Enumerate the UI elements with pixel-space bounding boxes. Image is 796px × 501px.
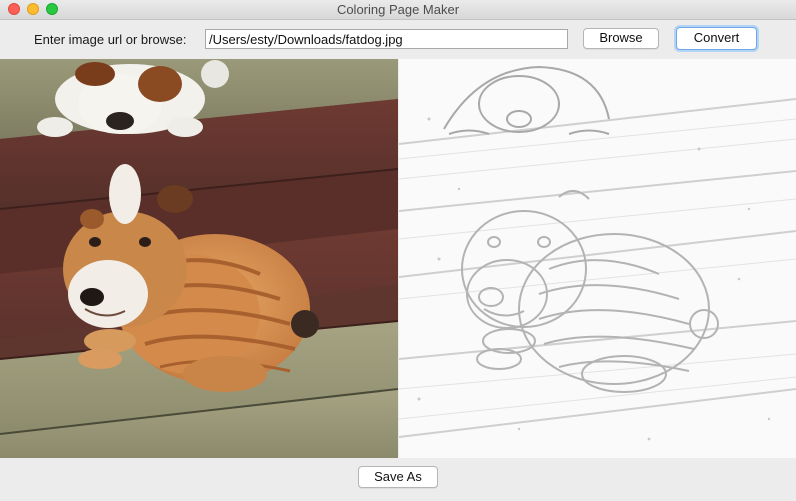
save-as-button[interactable]: Save As: [358, 466, 438, 488]
image-url-label: Enter image url or browse:: [34, 32, 187, 47]
image-area: [0, 59, 796, 458]
app-window: Coloring Page Maker Enter image url or b…: [0, 0, 796, 501]
convert-button[interactable]: Convert: [676, 27, 757, 50]
bottom-bar: Save As: [0, 458, 796, 501]
title-bar: Coloring Page Maker: [0, 0, 796, 20]
image-url-input[interactable]: [205, 29, 568, 49]
original-image: [0, 59, 398, 458]
browse-button[interactable]: Browse: [583, 28, 659, 49]
window-title: Coloring Page Maker: [336, 2, 460, 17]
toolbar: Enter image url or browse: Browse Conver…: [0, 20, 796, 59]
coloring-page-image: [399, 59, 796, 458]
